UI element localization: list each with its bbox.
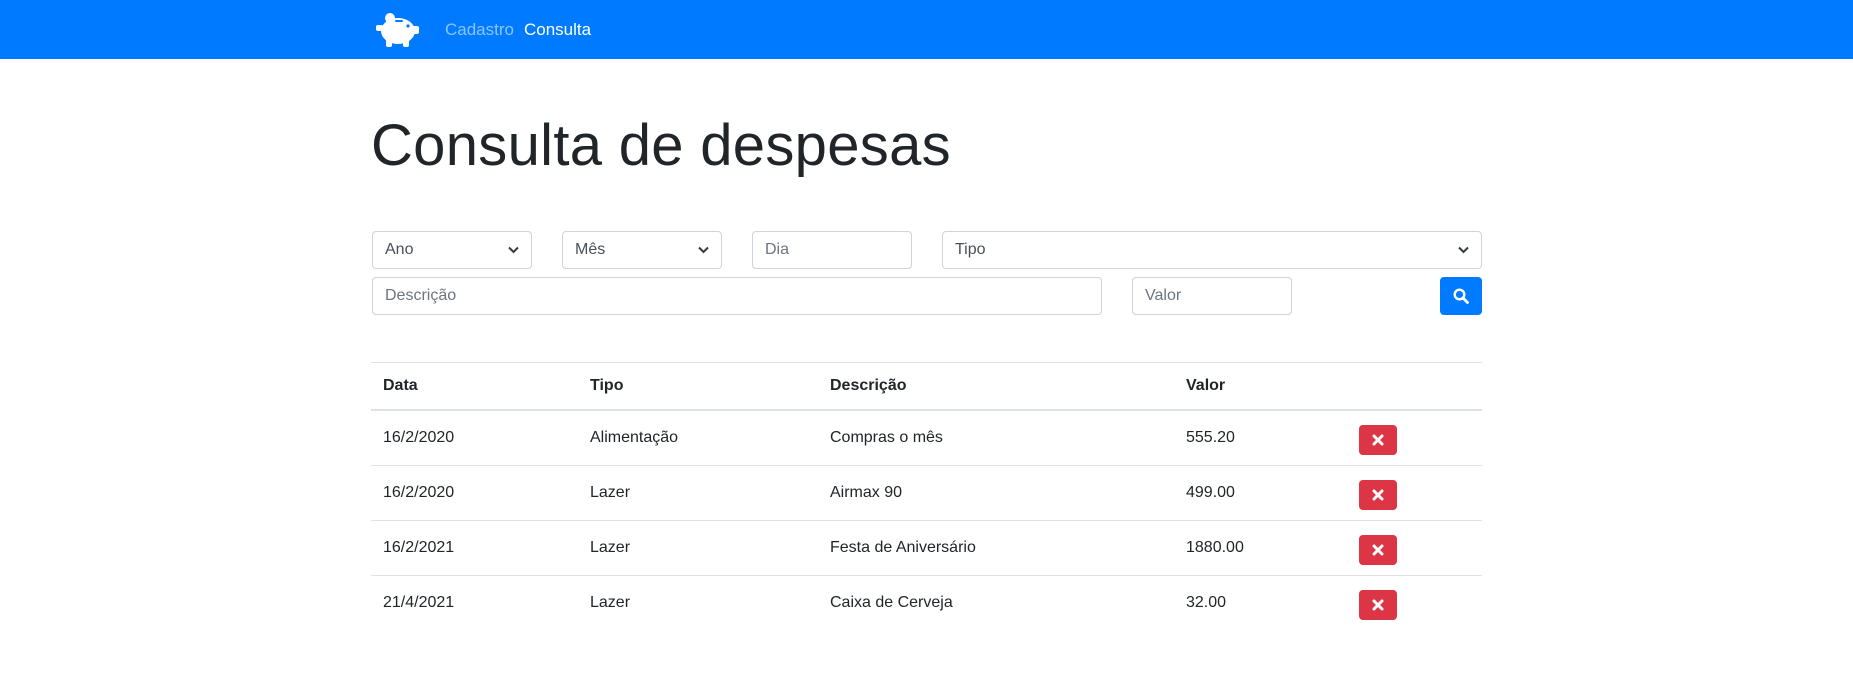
tipo-select[interactable]: Tipo	[942, 231, 1482, 269]
cell-tipo: Lazer	[578, 465, 818, 521]
cell-tipo: Lazer	[578, 520, 818, 576]
close-icon	[1372, 599, 1384, 611]
cell-descricao: Festa de Aniversário	[818, 520, 1174, 576]
valor-input[interactable]	[1132, 277, 1292, 315]
search-button[interactable]	[1440, 277, 1482, 315]
ano-select[interactable]: Ano	[372, 231, 532, 269]
cell-data: 21/4/2021	[383, 594, 455, 611]
despesas-table: Data Tipo Descrição Valor 16/2/2020 Alim…	[371, 362, 1482, 630]
mes-select[interactable]: Mês	[562, 231, 722, 269]
ano-select-value: Ano	[385, 241, 414, 258]
cell-data: 16/2/2021	[371, 520, 578, 576]
piggy-bank-icon[interactable]	[376, 9, 420, 49]
table-row: 21/4/2021 Lazer Caixa de Cerveja 32.00	[371, 576, 1482, 631]
nav-link-consulta[interactable]: Consulta	[524, 20, 591, 40]
cell-descricao: Caixa de Cerveja	[830, 594, 953, 611]
mes-select-value: Mês	[575, 241, 606, 258]
cell-data: 16/2/2020	[371, 410, 578, 466]
table-header-row: Data Tipo Descrição Valor	[371, 362, 1482, 411]
delete-button[interactable]	[1359, 425, 1397, 455]
cell-descricao: Airmax 90	[818, 465, 1174, 521]
cell-actions	[1347, 465, 1482, 521]
navbar: Cadastro Consulta	[0, 0, 1853, 59]
cell-actions	[1347, 410, 1482, 466]
delete-button[interactable]	[1359, 590, 1397, 620]
search-icon	[1453, 288, 1469, 304]
cell-valor: 1880.00	[1174, 520, 1347, 576]
column-header-valor: Valor	[1174, 362, 1347, 411]
cell-data: 16/2/2020	[371, 465, 578, 521]
close-icon	[1372, 544, 1384, 556]
column-header-tipo: Tipo	[578, 362, 818, 411]
close-icon	[1372, 489, 1384, 501]
cell-valor: 32.00	[1186, 594, 1227, 611]
column-header-data: Data	[371, 362, 578, 411]
table-row: 16/2/2020 Lazer Airmax 90 499.00	[371, 465, 1482, 521]
table-row: 16/2/2020 Alimentação Compras o mês 555.…	[371, 410, 1482, 466]
chevron-down-icon	[698, 246, 709, 254]
cell-valor: 499.00	[1174, 465, 1347, 521]
cell-actions	[1347, 520, 1482, 576]
chevron-down-icon	[1458, 246, 1469, 254]
close-icon	[1372, 434, 1384, 446]
descricao-input[interactable]	[372, 277, 1102, 315]
cell-tipo: Lazer	[590, 594, 631, 611]
cell-actions	[1347, 576, 1482, 631]
delete-button[interactable]	[1359, 535, 1397, 565]
tipo-select-value: Tipo	[955, 241, 986, 258]
cell-tipo: Alimentação	[578, 410, 818, 466]
cell-descricao: Compras o mês	[818, 410, 1174, 466]
column-header-descricao: Descrição	[818, 362, 1174, 411]
delete-button[interactable]	[1359, 480, 1397, 510]
chevron-down-icon	[508, 246, 519, 254]
nav-link-cadastro[interactable]: Cadastro	[445, 20, 514, 40]
column-header-actions	[1347, 362, 1482, 411]
table-row: 16/2/2021 Lazer Festa de Aniversário 188…	[371, 520, 1482, 576]
cell-valor: 555.20	[1174, 410, 1347, 466]
dia-input[interactable]	[752, 231, 912, 269]
page-title: Consulta de despesas	[371, 113, 951, 178]
